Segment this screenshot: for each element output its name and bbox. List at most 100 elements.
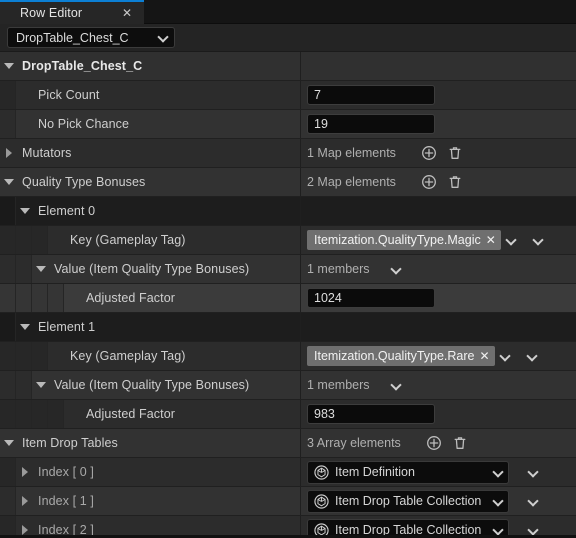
tag-picker-chevron-down-icon[interactable] bbox=[501, 352, 510, 361]
details-tree[interactable]: DropTable_Chest_C Pick Count 7 No Pick C… bbox=[0, 52, 576, 535]
chevron-down-icon[interactable] bbox=[0, 179, 18, 185]
plus-circle-icon[interactable] bbox=[418, 142, 440, 164]
indent-guides bbox=[0, 487, 16, 515]
tree-row-root-category[interactable]: DropTable_Chest_C bbox=[0, 52, 576, 81]
gameplay-tag-chip[interactable]: Itemization.QualityType.Rare ✕ bbox=[307, 346, 495, 366]
plus-circle-icon[interactable] bbox=[418, 171, 440, 193]
property-label: Value (Item Quality Type Bonuses) bbox=[54, 262, 250, 276]
table-row-element-0[interactable]: Element 0 bbox=[0, 197, 576, 226]
indent-guides bbox=[0, 371, 32, 399]
index-label: Index [ 0 ] bbox=[38, 465, 94, 479]
category-label: DropTable_Chest_C bbox=[22, 59, 143, 73]
no-pick-chance-input[interactable]: 19 bbox=[307, 114, 435, 134]
input-value: 1024 bbox=[314, 291, 342, 305]
property-label: No Pick Chance bbox=[38, 117, 130, 131]
chevron-right-icon[interactable] bbox=[16, 467, 34, 477]
table-row[interactable]: Quality Type Bonuses 2 Map elements bbox=[0, 168, 576, 197]
trash-icon[interactable] bbox=[444, 142, 466, 164]
clear-x-icon[interactable]: ✕ bbox=[486, 234, 496, 246]
tab-row-editor[interactable]: Row Editor ✕ bbox=[0, 0, 144, 24]
table-row-element-1[interactable]: Element 1 bbox=[0, 313, 576, 342]
chevron-down-icon[interactable] bbox=[16, 208, 34, 214]
table-row[interactable]: Adjusted Factor 1024 bbox=[0, 284, 576, 313]
chevron-down-icon[interactable] bbox=[0, 63, 18, 69]
table-row-index-0[interactable]: Index [ 0 ] Item Definition bbox=[0, 458, 576, 487]
row-options-chevron-down-icon[interactable] bbox=[529, 497, 538, 506]
indent-guides bbox=[0, 110, 16, 138]
value-cell: Item Definition bbox=[300, 458, 576, 486]
element-label: Element 0 bbox=[38, 204, 96, 218]
table-row[interactable]: Value (Item Quality Type Bonuses) 1 memb… bbox=[0, 255, 576, 284]
row-options-chevron-down-icon[interactable] bbox=[528, 352, 537, 361]
table-row[interactable]: No Pick Chance 19 bbox=[0, 110, 576, 139]
name-cell: Adjusted Factor bbox=[0, 400, 300, 428]
name-cell: Index [ 2 ] bbox=[0, 516, 300, 535]
name-cell: DropTable_Chest_C bbox=[0, 52, 300, 80]
value-cell: Item Drop Table Collection bbox=[300, 516, 576, 535]
row-options-chevron-down-icon[interactable] bbox=[529, 468, 538, 477]
table-row-index-2[interactable]: Index [ 2 ] Item Drop Table Collection bbox=[0, 516, 576, 535]
asset-picker[interactable]: Item Drop Table Collection bbox=[307, 518, 509, 535]
chevron-down-icon[interactable] bbox=[16, 324, 34, 330]
close-icon[interactable]: ✕ bbox=[118, 7, 136, 19]
tag-value: Itemization.QualityType.Magic bbox=[314, 233, 481, 247]
asset-type-label: Item Definition bbox=[335, 465, 415, 479]
chevron-right-icon[interactable] bbox=[16, 525, 34, 535]
chevron-right-icon[interactable] bbox=[16, 496, 34, 506]
tab-bar-empty-area bbox=[144, 0, 576, 24]
chevron-down-icon[interactable] bbox=[32, 266, 50, 272]
table-row[interactable]: Mutators 1 Map elements bbox=[0, 139, 576, 168]
indent-guides bbox=[0, 458, 16, 486]
chevron-right-icon[interactable] bbox=[0, 148, 18, 158]
table-row[interactable]: Value (Item Quality Type Bonuses) 1 memb… bbox=[0, 371, 576, 400]
property-label: Item Drop Tables bbox=[22, 436, 118, 450]
table-row[interactable]: Pick Count 7 bbox=[0, 81, 576, 110]
struct-chevron-down-icon[interactable] bbox=[392, 381, 401, 390]
input-value: 983 bbox=[314, 407, 335, 421]
row-options-chevron-down-icon[interactable] bbox=[534, 236, 543, 245]
clear-x-icon[interactable]: ✕ bbox=[480, 350, 490, 362]
indent-guides bbox=[0, 226, 48, 254]
asset-dropdown-chevron-down-icon[interactable] bbox=[494, 497, 503, 506]
asset-picker[interactable]: Item Drop Table Collection bbox=[307, 489, 509, 513]
gameplay-tag-chip[interactable]: Itemization.QualityType.Magic ✕ bbox=[307, 230, 501, 250]
indent-guides bbox=[0, 197, 16, 225]
table-row-index-1[interactable]: Index [ 1 ] Item Drop Table Collection bbox=[0, 487, 576, 516]
name-cell: Element 1 bbox=[0, 313, 300, 341]
property-label: Key (Gameplay Tag) bbox=[70, 233, 186, 247]
value-cell: 2 Map elements bbox=[300, 168, 576, 196]
row-options-chevron-down-icon[interactable] bbox=[529, 526, 538, 535]
tab-label: Row Editor bbox=[20, 6, 83, 20]
trash-icon[interactable] bbox=[449, 432, 471, 454]
name-cell: Index [ 1 ] bbox=[0, 487, 300, 515]
table-row[interactable]: Adjusted Factor 983 bbox=[0, 400, 576, 429]
chevron-down-icon[interactable] bbox=[32, 382, 50, 388]
tag-picker-chevron-down-icon[interactable] bbox=[507, 236, 516, 245]
chevron-down-icon[interactable] bbox=[0, 440, 18, 446]
table-row[interactable]: Item Drop Tables 3 Array elements bbox=[0, 429, 576, 458]
adjusted-factor-input[interactable]: 983 bbox=[307, 404, 435, 424]
chevron-down-icon bbox=[159, 33, 168, 42]
index-label: Index [ 2 ] bbox=[38, 523, 94, 535]
property-label: Pick Count bbox=[38, 88, 100, 102]
trash-icon[interactable] bbox=[444, 171, 466, 193]
element-count: 2 Map elements bbox=[307, 175, 396, 189]
asset-picker[interactable]: Item Definition bbox=[307, 460, 509, 484]
struct-chevron-down-icon[interactable] bbox=[392, 265, 401, 274]
indent-guides bbox=[0, 313, 16, 341]
table-row[interactable]: Key (Gameplay Tag) Itemization.QualityTy… bbox=[0, 342, 576, 371]
value-cell: Itemization.QualityType.Rare ✕ bbox=[300, 342, 576, 370]
pick-count-input[interactable]: 7 bbox=[307, 85, 435, 105]
table-row[interactable]: Key (Gameplay Tag) Itemization.QualityTy… bbox=[0, 226, 576, 255]
value-cell: 7 bbox=[300, 81, 576, 109]
property-label: Mutators bbox=[22, 146, 72, 160]
row-name-dropdown[interactable]: DropTable_Chest_C bbox=[7, 27, 175, 48]
name-cell: Index [ 0 ] bbox=[0, 458, 300, 486]
asset-dropdown-chevron-down-icon[interactable] bbox=[494, 468, 503, 477]
value-cell: 1 members bbox=[300, 371, 576, 399]
name-cell: No Pick Chance bbox=[0, 110, 300, 138]
value-cell: 3 Array elements bbox=[300, 429, 576, 457]
adjusted-factor-input[interactable]: 1024 bbox=[307, 288, 435, 308]
asset-dropdown-chevron-down-icon[interactable] bbox=[494, 526, 503, 535]
plus-circle-icon[interactable] bbox=[423, 432, 445, 454]
